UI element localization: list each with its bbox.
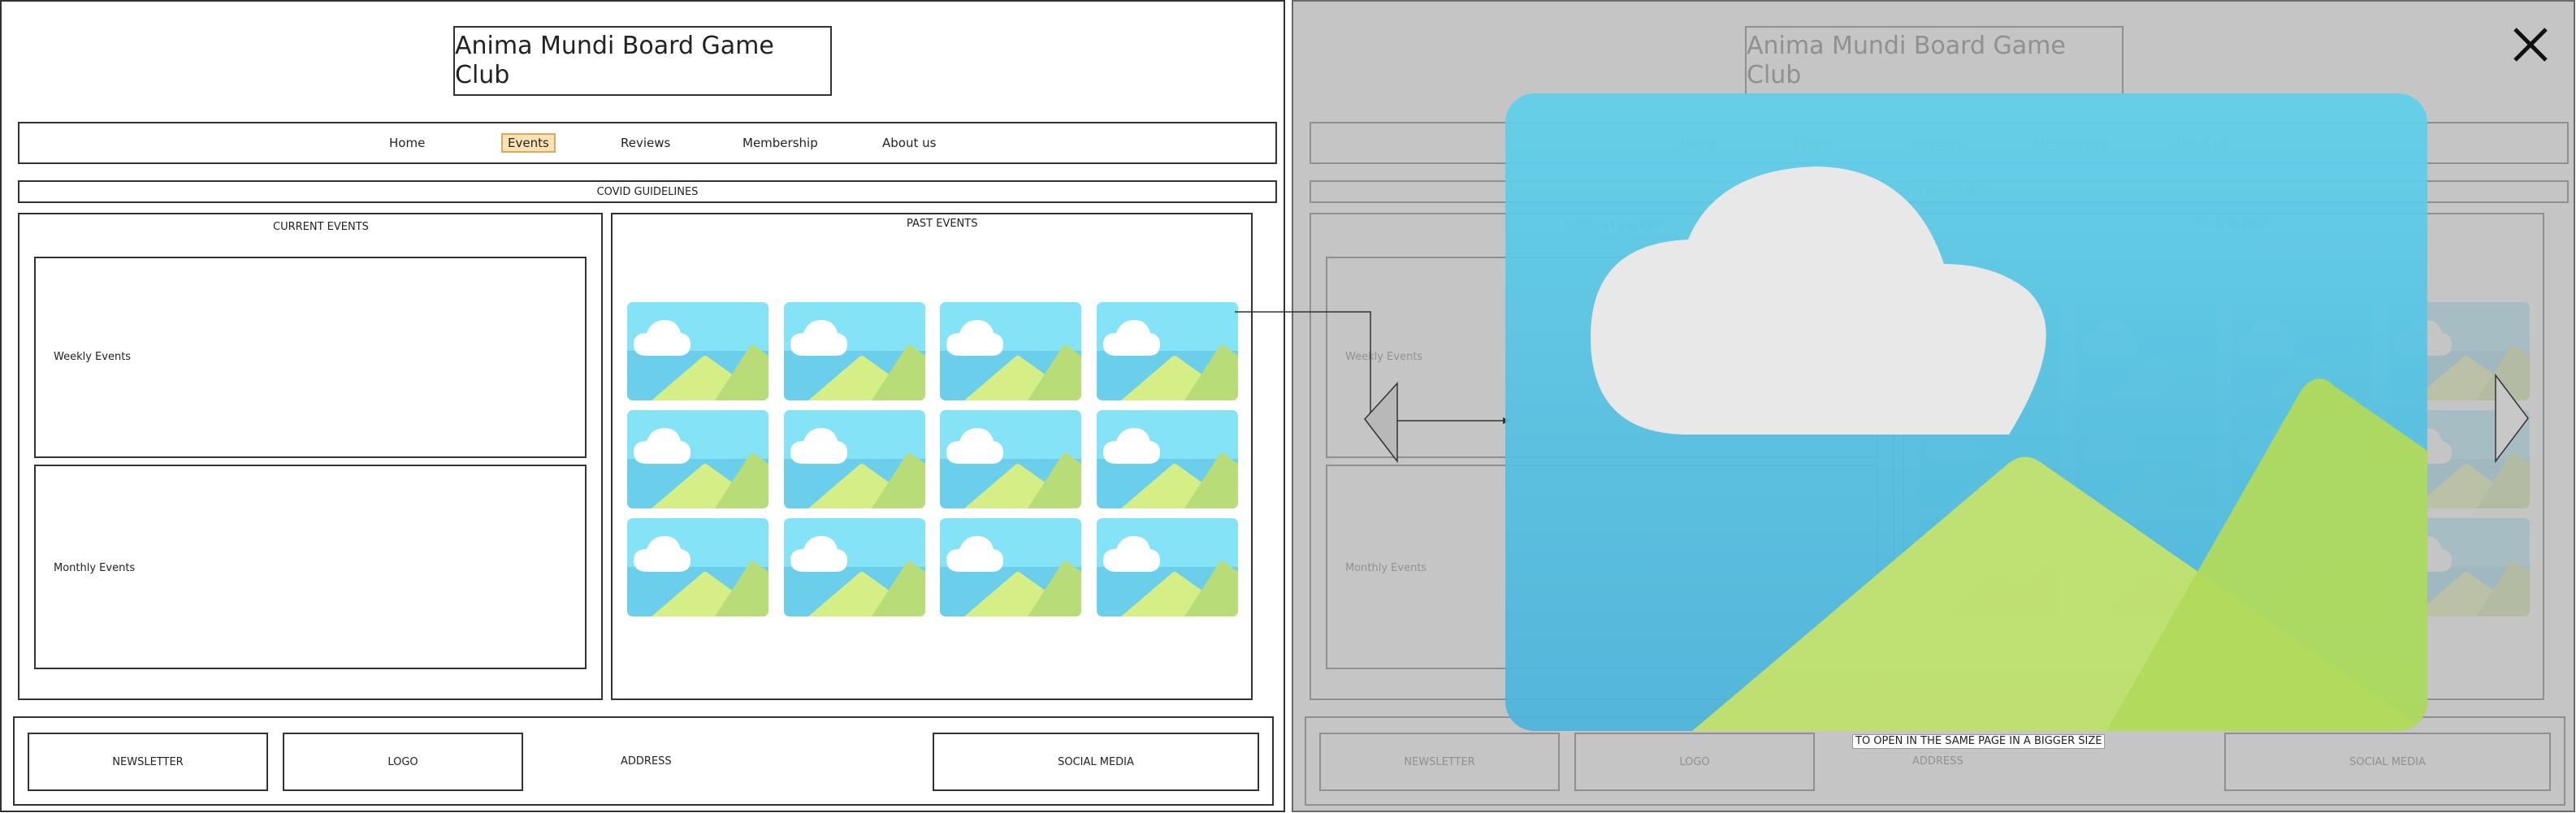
footer: NEWSLETTER LOGO ADDRESS SOCIAL MEDIA [13, 716, 1274, 806]
address-label: ADDRESS [621, 755, 672, 768]
past-event-thumbnail[interactable] [627, 518, 768, 616]
weekly-events-label: Weekly Events [54, 351, 132, 363]
past-event-thumbnail[interactable] [1096, 518, 1238, 616]
triangle-right-icon[interactable] [2494, 374, 2530, 463]
past-event-thumbnail[interactable] [627, 410, 768, 508]
covid-guidelines-banner[interactable]: COVID GUIDELINES [18, 180, 1277, 203]
past-events-heading: PAST EVENTS [907, 218, 978, 230]
weekly-events-box[interactable]: Weekly Events [34, 257, 587, 458]
nav-item-reviews[interactable]: Reviews [621, 135, 670, 151]
nav-item-membership[interactable]: Membership [742, 135, 818, 151]
past-event-thumbnail[interactable] [783, 302, 925, 400]
nav-item-events[interactable]: Events [501, 133, 556, 153]
lightbox-image[interactable] [1505, 93, 2427, 731]
nav-bar: Home Events Reviews Membership About us [18, 122, 1277, 164]
nav-item-about-us[interactable]: About us [882, 135, 936, 151]
triangle-left-icon[interactable] [1363, 382, 1399, 463]
past-event-thumbnail[interactable] [1096, 410, 1238, 508]
close-icon[interactable] [2510, 24, 2551, 65]
site-title: Anima Mundi Board Game Club [453, 26, 832, 96]
past-event-thumbnail[interactable] [1096, 302, 1238, 400]
past-event-thumbnail[interactable] [783, 518, 925, 616]
landscape-image-placeholder-icon [1505, 93, 2427, 731]
current-events-heading: CURRENT EVENTS [273, 221, 369, 233]
monthly-events-box[interactable]: Monthly Events [34, 465, 587, 669]
past-event-thumbnail[interactable] [627, 302, 768, 400]
past-event-thumbnail[interactable] [940, 518, 1081, 616]
monthly-events-label: Monthly Events [54, 562, 136, 574]
wireframe-page: Anima Mundi Board Game Club Home Events … [0, 0, 1285, 812]
past-events-panel: PAST EVENTS [611, 213, 1253, 700]
newsletter-box[interactable]: NEWSLETTER [28, 733, 268, 791]
past-event-thumbnail[interactable] [940, 302, 1081, 400]
lightbox-annotation: TO OPEN IN THE SAME PAGE IN A BIGGER SIZ… [1852, 734, 2106, 749]
social-media-box[interactable]: SOCIAL MEDIA [933, 733, 1259, 791]
past-event-thumbnail[interactable] [783, 410, 925, 508]
logo-box: LOGO [283, 733, 523, 791]
current-events-panel: CURRENT EVENTS Weekly Events Monthly Eve… [18, 213, 603, 700]
nav-item-home[interactable]: Home [389, 135, 425, 151]
past-event-thumbnail[interactable] [940, 410, 1081, 508]
